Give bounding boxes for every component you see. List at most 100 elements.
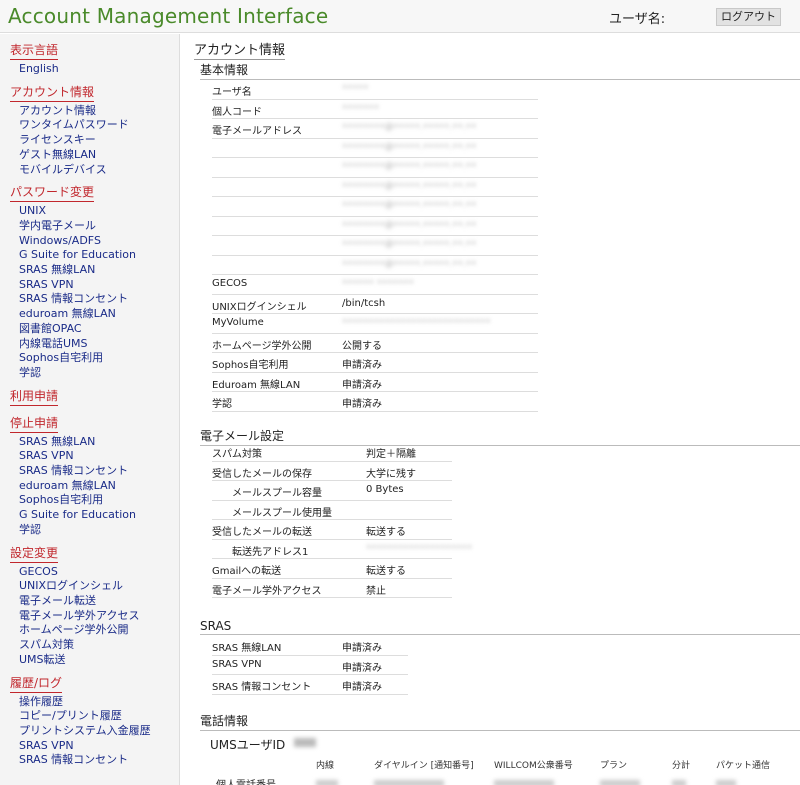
basic-info-row: 電子メールアドレス ••••••••@•••••.•••••.••.••	[212, 119, 538, 139]
sidebar-item[interactable]: 学認	[10, 523, 179, 538]
sidebar-item[interactable]: Sophos自宅利用	[10, 493, 179, 508]
sidebar-heading[interactable]: 利用申請	[10, 387, 59, 406]
email-settings-row: メールスプール容量 0 Bytes	[212, 481, 452, 501]
redacted-value: ••••••••••••••••••••••••••••	[342, 317, 491, 327]
sidebar-item[interactable]: 操作履歴	[10, 695, 179, 710]
sidebar-item[interactable]: ゲスト無線LAN	[10, 148, 179, 163]
redacted-value: ••••••••@•••••.•••••.••.••	[342, 219, 477, 230]
sidebar-item[interactable]: ホームページ学外公開	[10, 623, 179, 638]
sidebar-item[interactable]: 電子メール学外アクセス	[10, 609, 179, 624]
sidebar-item[interactable]: 電子メール転送	[10, 594, 179, 609]
sidebar-item[interactable]: Sophos自宅利用	[10, 351, 179, 366]
basic-info-row: Eduroam 無線LAN 申請済み	[212, 373, 538, 392]
sidebar-item[interactable]: SRAS VPN	[10, 278, 179, 293]
email-settings-row: 受信したメールの保存 大学に残す	[212, 462, 452, 481]
sidebar-item[interactable]: GECOS	[10, 565, 179, 580]
row-divider	[212, 693, 408, 695]
sidebar-item[interactable]: SRAS VPN	[10, 449, 179, 464]
basic-info-row: 個人コード •••••••	[212, 100, 538, 119]
basic-info-row: ••••••••@•••••.•••••.••.••	[212, 256, 538, 275]
row-value: 禁止	[366, 585, 386, 597]
sidebar-item[interactable]: スパム対策	[10, 638, 179, 653]
sidebar-item[interactable]: 図書館OPAC	[10, 322, 179, 337]
redacted-value: •••••••	[342, 102, 380, 113]
sidebar-item[interactable]: English	[10, 62, 179, 77]
sidebar-heading[interactable]: 表示言語	[10, 41, 59, 60]
basic-info-row: Sophos自宅利用 申請済み	[212, 353, 538, 373]
row-label: 転送先アドレス1	[232, 546, 309, 558]
sidebar-item[interactable]: SRAS 無線LAN	[10, 263, 179, 278]
sidebar-item[interactable]: SRAS 無線LAN	[10, 435, 179, 450]
row-label: Sophos自宅利用	[212, 360, 289, 371]
basic-info-row: ホームページ学外公開 公開する	[212, 334, 538, 353]
phone-cell	[600, 780, 640, 785]
sidebar-item[interactable]: G Suite for Education	[10, 508, 179, 523]
sidebar-item[interactable]: ライセンスキー	[10, 133, 179, 148]
sidebar-item[interactable]: Windows/ADFS	[10, 234, 179, 249]
redacted-value: ••••••••@•••••.•••••.••.••	[342, 161, 477, 171]
row-value: 申請済み	[342, 360, 382, 371]
sidebar-section: 停止申請 SRAS 無線LAN SRAS VPN SRAS 情報コンセント eduroa…	[10, 414, 179, 538]
row-value: 転送する	[366, 527, 406, 538]
sidebar-item[interactable]: G Suite for Education	[10, 248, 179, 263]
sidebar-item[interactable]: アカウント情報	[10, 104, 179, 119]
sidebar-item[interactable]: SRAS 情報コンセント	[10, 753, 179, 768]
basic-info-row: ••••••••@•••••.•••••.••.••	[212, 158, 538, 178]
basic-info-row: ユーザ名 •••••	[212, 80, 538, 100]
phone-cell	[494, 780, 554, 785]
row-label: 個人コード	[212, 106, 262, 118]
sidebar-item[interactable]: SRAS 情報コンセント	[10, 464, 179, 479]
sidebar-heading[interactable]: 設定変更	[10, 544, 59, 563]
sidebar-heading[interactable]: パスワード変更	[10, 183, 95, 203]
sidebar-item[interactable]: 学内電子メール	[10, 219, 179, 234]
row-value: 0 Bytes	[366, 484, 404, 495]
row-label: SRAS 情報コンセント	[212, 682, 312, 693]
row-label: 学認	[212, 399, 232, 410]
redacted-value: •••••• •••••••	[342, 278, 414, 288]
sidebar-item[interactable]: 内線電話UMS	[10, 337, 179, 352]
page-title: アカウント情報	[194, 39, 286, 60]
email-settings-row: 電子メール学外アクセス 禁止	[212, 579, 452, 598]
basic-info-row: UNIXログインシェル/bin/tcsh	[212, 295, 538, 314]
sidebar-item[interactable]: 学認	[10, 366, 179, 381]
sidebar-item[interactable]: モバイルデバイス	[10, 163, 179, 178]
phone-cell	[374, 780, 444, 785]
sidebar-item[interactable]: コピー/プリント履歴	[10, 709, 179, 724]
sidebar-item[interactable]: ワンタイムパスワード	[10, 118, 179, 133]
username-label: ユーザ名:	[609, 12, 666, 27]
sidebar-item[interactable]: SRAS VPN	[10, 739, 179, 754]
email-settings-row: 転送先アドレス1 ••••••••••••••••••••	[212, 540, 472, 559]
logout-button[interactable]: ログアウト	[716, 8, 781, 26]
sidebar-item[interactable]: eduroam 無線LAN	[10, 479, 179, 494]
basic-info-row: ••••••••@•••••.•••••.••.••	[212, 139, 538, 158]
row-value: 転送する	[366, 566, 406, 577]
sidebar-item[interactable]: UNIXログインシェル	[10, 579, 179, 594]
sidebar-heading[interactable]: 履歴/ログ	[10, 674, 63, 693]
row-label: SRAS 無線LAN	[212, 643, 282, 654]
basic-info-row: GECOS •••••• •••••••	[212, 275, 538, 295]
sidebar-item[interactable]: eduroam 無線LAN	[10, 307, 179, 322]
row-label: 受信したメールの転送	[212, 527, 312, 538]
sidebar-item[interactable]: プリントシステム入金履歴	[10, 724, 179, 739]
sidebar-item[interactable]: UNIX	[10, 204, 179, 219]
redacted-value: •••••	[342, 83, 369, 93]
ums-user-id-label: UMSユーザID	[210, 738, 286, 752]
sidebar-section: 履歴/ログ操作履歴 コピー/プリント履歴 プリントシステム入金履歴 SRAS VPN S…	[10, 674, 179, 769]
phone-column-header: パケット通信	[716, 761, 771, 771]
redacted-value: ••••••••@•••••.•••••.••.••	[342, 258, 477, 269]
sidebar-nav: 表示言語 English アカウント情報 アカウント情報 ワンタイムパスワード ライセンス…	[0, 34, 180, 785]
row-value: 申請済み	[342, 379, 382, 391]
email-settings-row: スパム対策 判定＋隔離	[212, 442, 452, 462]
redacted-value: ••••••••@•••••.•••••.••.••	[342, 239, 477, 249]
sidebar-section: 利用申請	[10, 387, 179, 408]
sidebar-heading[interactable]: アカウント情報	[10, 83, 95, 102]
row-value: 申請済み	[342, 399, 382, 410]
row-label: 電子メール学外アクセス	[212, 585, 322, 597]
redacted-value: ••••••••••••••••••••	[366, 542, 473, 553]
basic-info-row: ••••••••@•••••.•••••.••.••	[212, 236, 538, 256]
sidebar-heading[interactable]: 停止申請	[10, 414, 59, 433]
row-value: 判定＋隔離	[366, 449, 416, 460]
sidebar-item[interactable]: UMS転送	[10, 653, 179, 668]
sidebar-item[interactable]: SRAS 情報コンセント	[10, 292, 179, 307]
row-label: UNIXログインシェル	[212, 301, 307, 313]
